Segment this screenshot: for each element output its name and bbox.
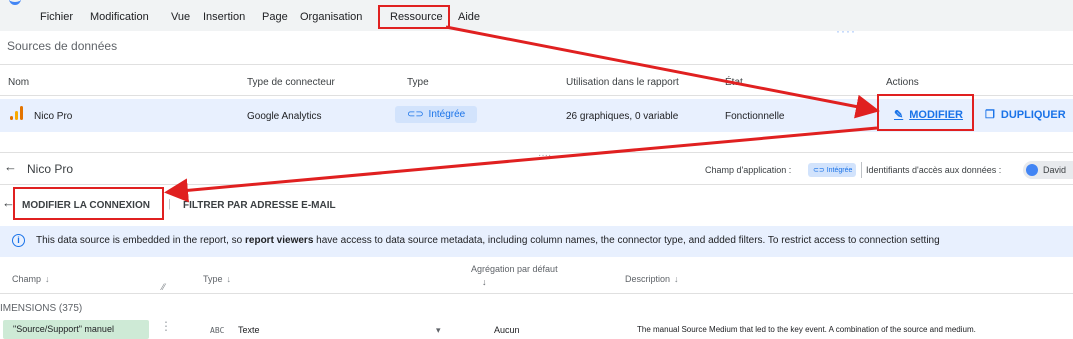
back-arrow-icon[interactable]: ← [4,159,17,174]
divider [0,184,1073,185]
editor-title: Nico Pro [27,162,74,176]
duplicate-button-label: DUPLIQUER [1000,109,1066,121]
column-description[interactable]: Description ↓ [625,274,679,284]
column-type-label: Type [203,274,223,284]
text-type-icon: ABC [210,326,225,335]
source-name[interactable]: Nico Pro [34,111,72,122]
column-field[interactable]: Champ ↓ [12,274,50,284]
menu-vue[interactable]: Vue [171,11,190,23]
scope-chip-label: Intégrée [826,167,853,174]
menu-modification[interactable]: Modification [90,11,149,23]
field-aggregation[interactable]: Aucun [494,325,520,335]
field-type-select[interactable]: Texte [238,325,260,335]
data-sources-title: Sources de données [7,39,118,53]
sort-down-icon[interactable]: ↓ [674,274,679,284]
source-usage: 26 graphiques, 0 variable [566,111,679,122]
dropdown-caret-icon[interactable]: ▾ [436,325,441,336]
duplicate-button[interactable]: ❐ DUPLIQUER [985,103,1066,125]
credentials-label: Identifiants d'accès aux données : [866,165,1002,175]
menu-fichier[interactable]: Fichier [40,11,73,23]
sort-down-icon[interactable]: ↓ [482,277,487,287]
highlight-box-connexion [13,187,164,220]
menu-organisation[interactable]: Organisation [300,11,362,23]
column-field-label: Champ [12,274,42,284]
sort-down-icon[interactable]: ↓ [45,274,50,284]
sort-down-icon[interactable]: ↓ [227,274,232,284]
info-prefix: This data source is embedded in the repo… [36,235,246,246]
highlight-box-ressource [378,5,450,29]
field-name-chip[interactable]: "Source/Support" manuel [3,320,149,339]
tab-separator: | [168,198,171,210]
info-bold: report viewers [245,235,314,246]
header-name: Nom [8,77,30,88]
header-state: État [725,77,743,88]
app-logo-icon[interactable] [9,0,21,5]
column-description-label: Description [625,274,671,284]
scope-chip[interactable]: ⊂⊃ Intégrée [808,163,856,177]
copy-icon: ❐ [985,109,995,121]
menu-aide[interactable]: Aide [458,11,480,23]
info-icon: i [12,234,25,247]
credentials-user-chip[interactable]: David [1023,161,1073,179]
info-text: This data source is embedded in the repo… [36,235,940,246]
menu-page[interactable]: Page [262,11,288,23]
link-icon: ⊂⊃ [813,167,827,174]
menu-bar: Fichier Modification Vue Insertion Page … [0,0,1073,31]
source-state: Fonctionnelle [725,111,785,122]
column-aggregation-label: Agrégation par défaut [471,264,558,274]
divider [0,152,1073,153]
menu-insertion[interactable]: Insertion [203,11,245,23]
header-type: Type [407,77,429,88]
header-actions: Actions [886,77,919,88]
kebab-icon[interactable]: ⋮ [160,319,172,333]
more-dots-icon: ···· [836,24,856,38]
source-connector: Google Analytics [247,111,322,122]
user-name: David [1043,165,1067,175]
google-analytics-icon [10,106,24,120]
arrow-to-modifier [445,25,880,119]
divider [0,293,1073,294]
user-avatar [1026,164,1038,176]
info-suffix: have access to data source metadata, inc… [313,235,940,246]
type-chip-label: Intégrée [428,109,466,120]
divider [861,162,862,178]
header-usage: Utilisation dans le rapport [566,77,679,88]
field-description[interactable]: The manual Source Medium that led to the… [637,325,976,334]
resize-handle-icon[interactable]: ⁄⁄ [162,282,165,292]
column-type[interactable]: Type ↓ [203,274,231,284]
header-connector: Type de connecteur [247,77,335,88]
scope-label: Champ d'application : [705,165,792,175]
type-chip: ⊂⊃ Intégrée [395,106,477,123]
tab-filter-email[interactable]: FILTRER PAR ADRESSE E-MAIL [183,200,336,211]
link-icon: ⊂⊃ [407,109,424,120]
divider [0,64,1073,65]
info-banner: i This data source is embedded in the re… [0,226,1073,257]
dimensions-label: IMENSIONS (375) [0,303,83,314]
highlight-box-modifier [877,94,974,131]
